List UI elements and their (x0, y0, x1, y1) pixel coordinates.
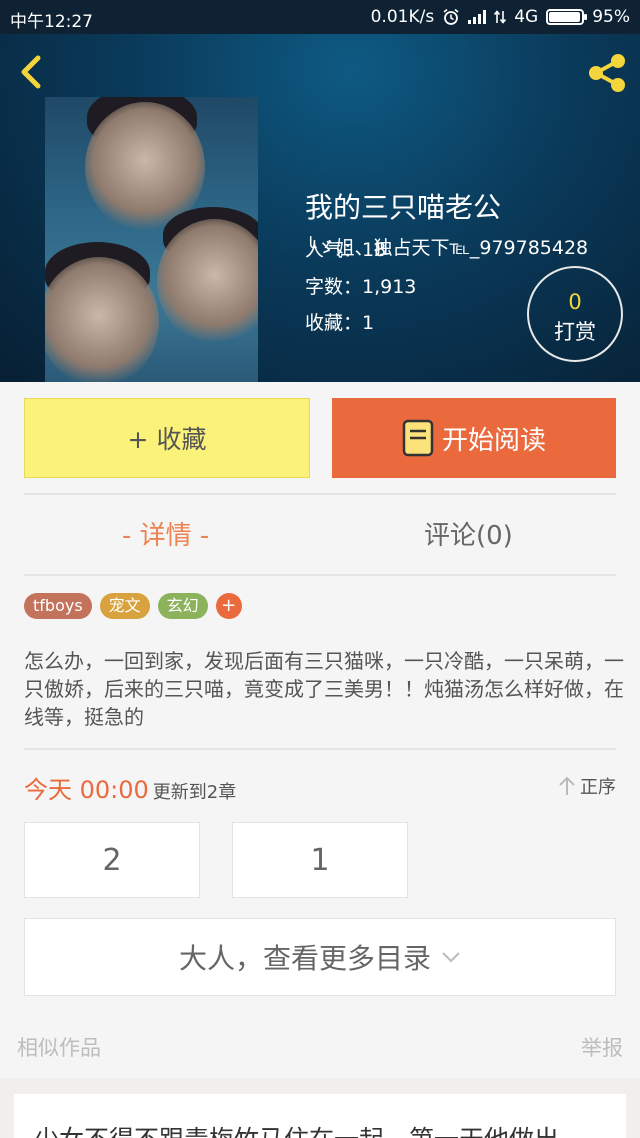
update-time: 今天 00:00 (24, 776, 149, 804)
sort-order-label: 正序 (580, 777, 616, 798)
reward-count: 0 (568, 290, 582, 314)
book-icon (402, 419, 434, 457)
start-reading-label: 开始阅读 (441, 425, 546, 456)
update-text: 更新到2章 (152, 782, 237, 803)
add-to-favorites-label: + 收藏 (127, 425, 207, 454)
book-word-count: 字数：1,913 (305, 276, 417, 298)
more-catalog-label: 大人，查看更多目录 (178, 942, 431, 975)
tag-item[interactable]: 宠文 (99, 593, 150, 619)
reward-label: 打赏 (554, 320, 596, 344)
add-tag-button[interactable]: + (215, 593, 242, 619)
arrow-up-icon (559, 776, 575, 795)
book-favorites: 收藏：1 (305, 312, 375, 334)
update-info: 今天 00:00 更新到2章 (24, 770, 236, 805)
battery-level: 95% (592, 7, 630, 27)
tag-list: tfboys 宠文 玄幻 + (24, 593, 242, 619)
data-transfer-icon (494, 10, 507, 24)
similar-work-preview: 少女不得不跟毒梅竹马住在一起，第一天他做出 (34, 1120, 559, 1138)
status-bar: 中午12:27 0.01K/s 4G 95% (0, 0, 640, 34)
network-type: 4G (514, 7, 539, 27)
status-time: 中午12:27 (10, 12, 93, 32)
similar-work-card[interactable]: 少女不得不跟毒梅竹马住在一起，第一天他做出 (14, 1094, 626, 1138)
more-catalog-button[interactable]: 大人，查看更多目录 (24, 918, 616, 996)
battery-icon (546, 9, 588, 25)
tag-item[interactable]: 玄幻 (157, 593, 208, 619)
divider (24, 493, 616, 495)
similar-works-heading: 相似作品 (17, 1036, 101, 1060)
share-icon[interactable] (584, 50, 630, 96)
signal-icon (468, 10, 487, 24)
divider (24, 748, 616, 750)
alarm-icon (443, 8, 459, 25)
tab-detail[interactable]: - 详情 - (122, 515, 209, 552)
sort-order-button[interactable]: 正序 (558, 773, 616, 799)
reward-button[interactable]: 0 打赏 (527, 266, 623, 362)
similar-works-list: 少女不得不跟毒梅竹马住在一起，第一天他做出 (0, 1078, 640, 1138)
chapter-item[interactable]: 2 (24, 822, 200, 898)
book-title: 我的三只喵老公 (305, 191, 502, 224)
book-popularity: 人气：18 (305, 239, 387, 261)
tab-comments[interactable]: 评论(0) (424, 515, 513, 552)
book-cover[interactable] (45, 97, 258, 382)
network-speed: 0.01K/s (370, 7, 435, 27)
chapter-item[interactable]: 1 (232, 822, 408, 898)
add-to-favorites-button[interactable]: + 收藏 (24, 398, 310, 478)
chevron-left-icon[interactable] (14, 52, 50, 92)
chevron-down-icon (442, 952, 460, 963)
divider (24, 574, 616, 576)
tag-item[interactable]: tfboys (24, 593, 92, 619)
report-button[interactable]: 举报 (581, 1032, 623, 1062)
book-description: 怎么办，一回到家，发现后面有三只猫咪，一只冷酷，一只呆萌，一只傲娇，后来的三只喵… (24, 649, 624, 729)
start-reading-button[interactable]: 开始阅读 (332, 398, 616, 478)
book-header: 我的三只喵老公 ╰ゞ姐、独占天下℡_979785428 人气：18 字数：1,9… (0, 34, 640, 382)
